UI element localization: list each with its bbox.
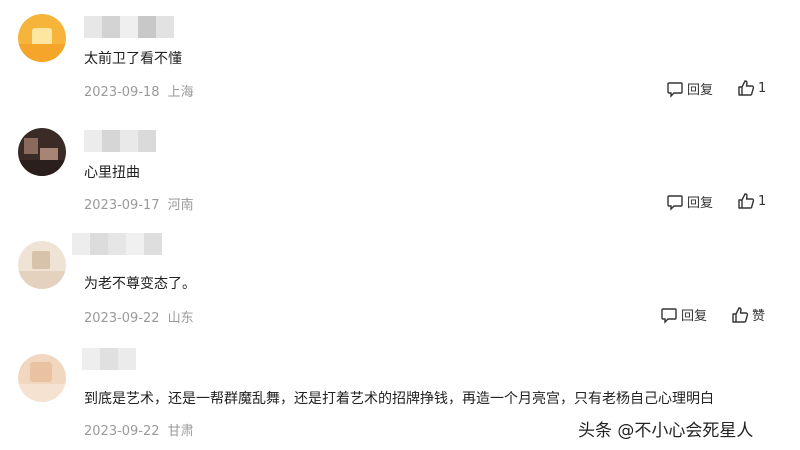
username-blurred[interactable] — [84, 130, 156, 152]
like-count: 1 — [758, 193, 767, 209]
comment-location: 上海 — [167, 85, 194, 100]
like-button[interactable]: 1 — [737, 192, 766, 210]
thumbs-up-icon — [738, 80, 755, 96]
reply-button[interactable]: 回复 — [666, 192, 713, 211]
comment-text: 到底是艺术，还是一帮群魔乱舞，还是打着艺术的招牌挣钱，再造一个月亮宫，只有老杨自… — [84, 391, 714, 407]
reply-button[interactable]: 回复 — [666, 79, 713, 98]
comment-meta: 2023-09-18 上海 — [84, 81, 194, 100]
comment-text: 太前卫了看不懂 — [84, 51, 182, 67]
reply-label: 回复 — [681, 309, 708, 324]
comment-text: 心里扭曲 — [84, 165, 140, 181]
comment-date: 2023-09-17 — [84, 198, 160, 213]
username-blurred[interactable] — [72, 233, 162, 255]
comment-date: 2023-09-22 — [84, 311, 160, 326]
reply-icon — [667, 194, 683, 211]
comment-meta: 2023-09-22 甘肃 — [84, 420, 194, 439]
avatar[interactable] — [18, 354, 66, 402]
comment-text: 为老不尊变态了。 — [84, 276, 196, 292]
comment-item: 为老不尊变态了。 2023-09-22 山东 回复 赞 — [0, 227, 800, 342]
like-count: 1 — [758, 80, 767, 96]
comment-location: 山东 — [167, 311, 194, 326]
comment-item: 太前卫了看不懂 2023-09-18 上海 回复 1 — [0, 0, 800, 112]
avatar[interactable] — [18, 241, 66, 289]
reply-label: 回复 — [687, 83, 714, 98]
username-blurred[interactable] — [82, 348, 136, 370]
like-button[interactable]: 1 — [737, 79, 766, 97]
username-blurred[interactable] — [84, 16, 174, 38]
reply-icon — [667, 81, 683, 98]
comment-date: 2023-09-18 — [84, 85, 160, 100]
avatar[interactable] — [18, 128, 66, 176]
watermark: 头条 @不小心会死星人 — [578, 421, 754, 441]
thumbs-up-icon — [738, 193, 755, 209]
comment-location: 甘肃 — [167, 424, 194, 439]
comment-meta: 2023-09-22 山东 — [84, 307, 194, 326]
comment-item: 心里扭曲 2023-09-17 河南 回复 1 — [0, 112, 800, 227]
like-count: 赞 — [752, 309, 766, 324]
comment-meta: 2023-09-17 河南 — [84, 194, 194, 213]
like-button[interactable]: 赞 — [731, 305, 765, 324]
reply-label: 回复 — [687, 196, 714, 211]
avatar[interactable] — [18, 14, 66, 62]
comment-date: 2023-09-22 — [84, 424, 160, 439]
reply-icon — [661, 307, 677, 324]
reply-button[interactable]: 回复 — [660, 305, 707, 324]
thumbs-up-icon — [732, 306, 749, 323]
comment-location: 河南 — [167, 198, 194, 213]
